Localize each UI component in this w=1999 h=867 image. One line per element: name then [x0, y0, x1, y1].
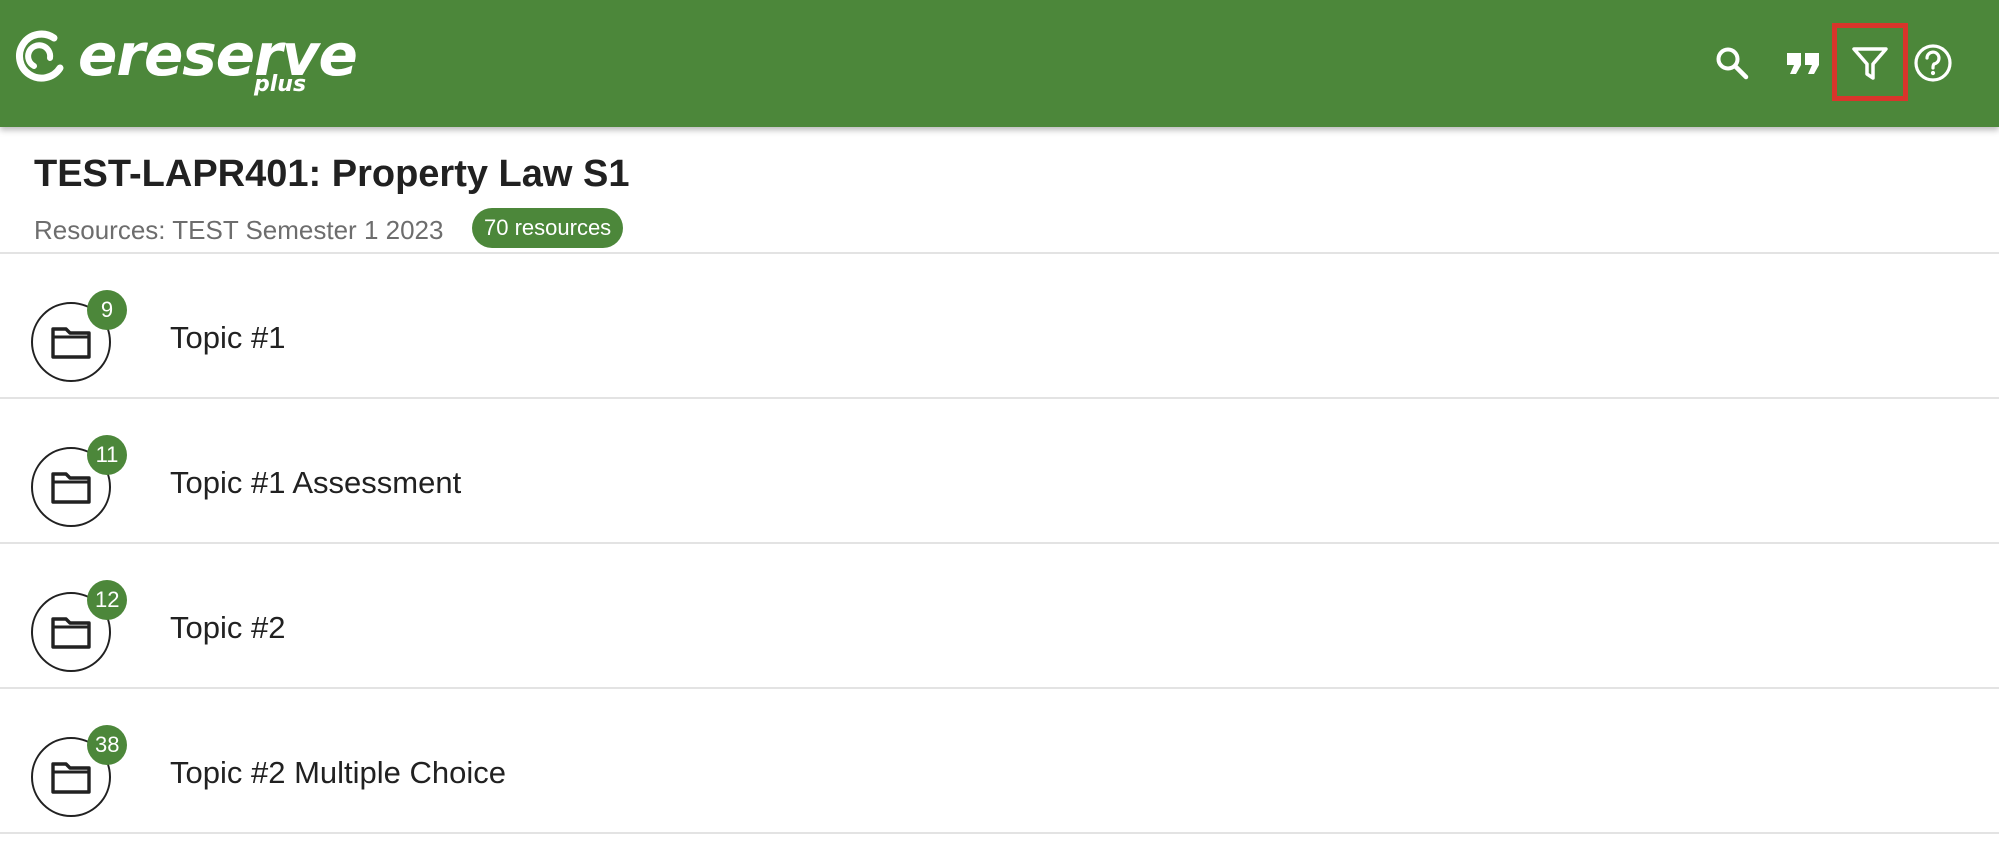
- brand-name: ereserve: [78, 21, 358, 89]
- swirl-logo-icon: [16, 30, 64, 82]
- course-subtitle: Resources: TEST Semester 1 2023: [34, 215, 444, 245]
- topic-label: Topic #2 Multiple Choice: [170, 755, 507, 790]
- topic-label: Topic #1: [170, 320, 286, 355]
- top-app-bar: ereserve plus: [0, 0, 1999, 127]
- filter-highlight-box: [1832, 23, 1908, 101]
- topic-row[interactable]: 12 Topic #2: [0, 544, 1999, 689]
- ereserve-plus-logo[interactable]: ereserve plus: [14, 21, 358, 104]
- quote-icon[interactable]: [1784, 43, 1824, 83]
- topic-count-badge: 11: [87, 435, 127, 475]
- topic-count-badge: 9: [87, 290, 127, 330]
- topic-label: Topic #1 Assessment: [170, 465, 462, 500]
- topic-count-badge: 38: [87, 725, 128, 765]
- course-header: TEST-LAPR401: Property Law S1 Resources:…: [0, 127, 1999, 254]
- topic-row[interactable]: 11 Topic #1 Assessment: [0, 399, 1999, 544]
- topic-row[interactable]: 38 Topic #2 Multiple Choice: [0, 689, 1999, 834]
- topic-row[interactable]: 9 Topic #1: [0, 254, 1999, 399]
- brand-sub: plus: [254, 72, 307, 97]
- page-title: TEST-LAPR401: Property Law S1: [34, 153, 630, 195]
- topic-count-badge: 12: [87, 580, 128, 620]
- resource-count-badge: 70 resources: [472, 208, 624, 248]
- topic-list: 9 Topic #1 11 Topic #1 Assessment 12 Topic #2…: [0, 254, 1999, 834]
- topic-label: Topic #2: [170, 610, 286, 645]
- help-icon[interactable]: [1913, 43, 1953, 83]
- search-icon[interactable]: [1712, 43, 1752, 83]
